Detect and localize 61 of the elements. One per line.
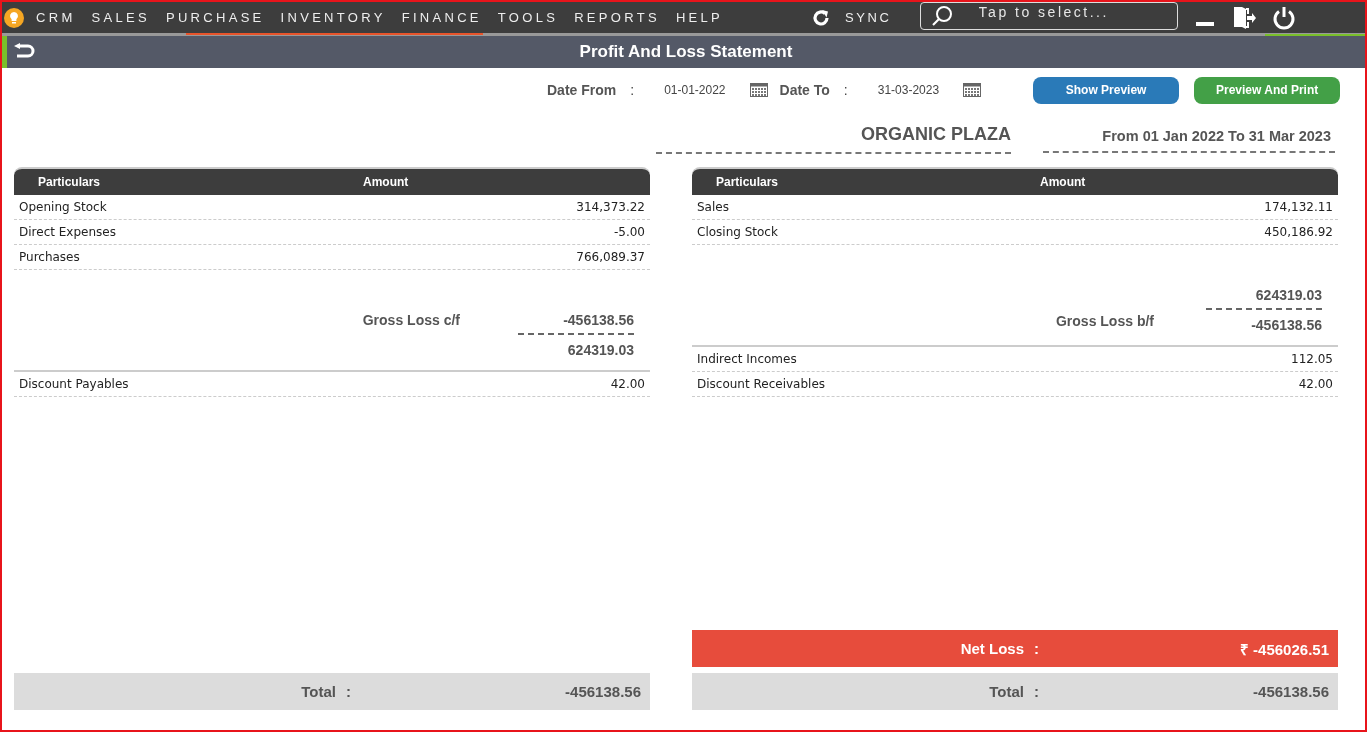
total-label: Total (988, 683, 1024, 700)
account-name: Discount Receivables (697, 377, 826, 391)
colon: : (1034, 683, 1039, 700)
account-name: Direct Expenses (19, 225, 116, 239)
amount: 766,089.37 (576, 250, 645, 264)
colon: : (1034, 640, 1039, 657)
exit-door-icon[interactable] (1231, 4, 1256, 31)
calendar-icon[interactable] (963, 83, 982, 97)
menu-item[interactable]: INVENTORY (272, 10, 394, 25)
menu-item[interactable]: REPORTS (566, 10, 668, 25)
amount: 112.05 (1291, 352, 1333, 366)
date-label: Date To (779, 82, 830, 98)
search-field[interactable]: Tap to select... (919, 2, 1178, 30)
date-label: Date From (547, 82, 617, 98)
show-preview-button[interactable]: Show Preview (1033, 76, 1180, 104)
amount: 174,132.11 (1264, 200, 1333, 214)
menu-item[interactable]: TOOLS (489, 10, 567, 25)
account-name: Sales (697, 200, 729, 214)
period-text: From 01 Jan 2022 To 31 Mar 2023 (1043, 124, 1335, 153)
date-field[interactable]: 01-01-2022 (664, 83, 726, 97)
total-label: Total (300, 683, 336, 700)
gross-amount: 624319.03 (1255, 287, 1322, 303)
menu-item[interactable]: HELP (667, 10, 732, 25)
sync-button[interactable]: SYNC (839, 9, 898, 26)
column-header: Particulars (38, 175, 102, 189)
gross-loss-label: Gross Loss c/f (362, 312, 460, 328)
gross-amount: -456138.56 (1251, 317, 1322, 333)
total-amount: -456138.56 (564, 683, 642, 700)
account-name: Discount Payables (19, 377, 129, 391)
net-loss-amount: ₹ -456026.51 (1238, 639, 1330, 659)
colon: : (843, 82, 848, 98)
column-header: Amount (363, 175, 409, 189)
amount: 42.00 (610, 377, 645, 391)
account-name: Closing Stock (697, 225, 778, 239)
menu-item[interactable]: FINANCE (393, 10, 490, 25)
lightbulb-icon (4, 7, 24, 28)
amount: 42.00 (1298, 377, 1333, 391)
calendar-icon[interactable] (749, 83, 768, 97)
column-header: Amount (1040, 175, 1086, 189)
net-loss-label: Net Loss (959, 640, 1024, 657)
date-field[interactable]: 31-03-2023 (877, 83, 940, 97)
menu-item[interactable]: PURCHASE (157, 10, 273, 25)
total-amount: -456138.56 (1252, 683, 1330, 700)
amount: 314,373.22 (576, 200, 645, 214)
colon: : (630, 82, 635, 98)
company-name: ORGANIC PLAZA (656, 124, 1011, 154)
page-title: Profit And Loss Statement (578, 42, 794, 62)
menu-item[interactable]: CRM (28, 10, 84, 25)
amount: 450,186.92 (1264, 225, 1333, 239)
back-arrow-icon[interactable] (13, 43, 35, 61)
menu-item[interactable]: SALES (83, 10, 158, 25)
column-header: Particulars (716, 175, 780, 189)
gross-loss-label: Gross Loss b/f (1055, 313, 1154, 329)
colon: : (346, 683, 351, 700)
account-name: Indirect Incomes (697, 352, 797, 366)
account-name: Purchases (19, 250, 80, 264)
gross-amount: 624319.03 (567, 342, 634, 358)
amount: -5.00 (613, 225, 645, 239)
gross-amount: -456138.56 (563, 312, 634, 328)
power-icon[interactable] (1271, 5, 1296, 30)
account-name: Opening Stock (19, 200, 107, 214)
